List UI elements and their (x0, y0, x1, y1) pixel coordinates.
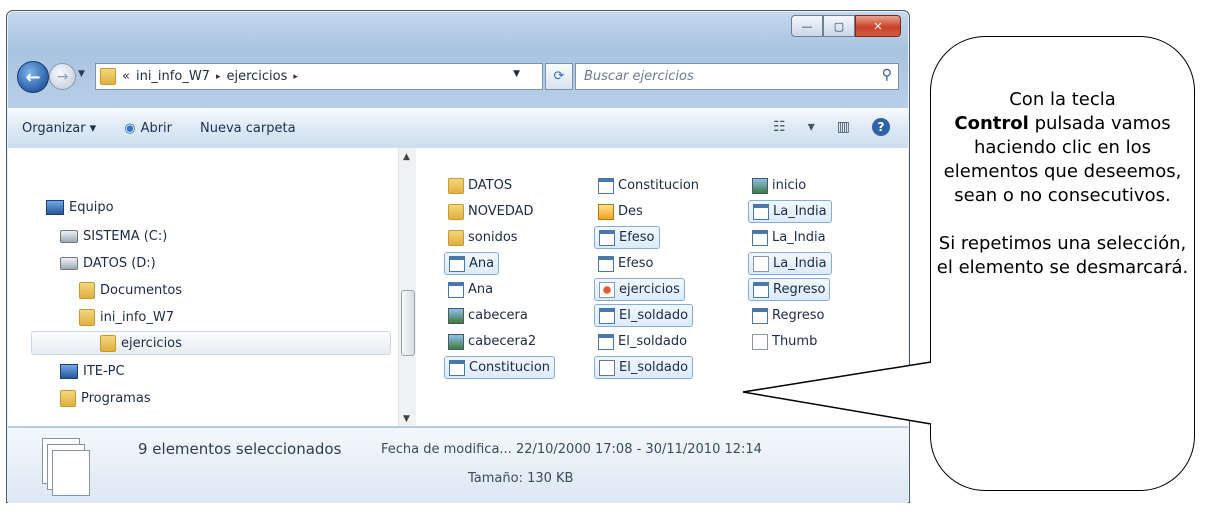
callout-key: Control (954, 113, 1029, 134)
callout-paragraph-2: Si repetimos una selección, el elemento … (936, 233, 1189, 278)
callout-line-1: Con la tecla (1009, 89, 1116, 110)
callout-text: Con la tecla Control pulsada vamos hacien… (930, 88, 1195, 304)
